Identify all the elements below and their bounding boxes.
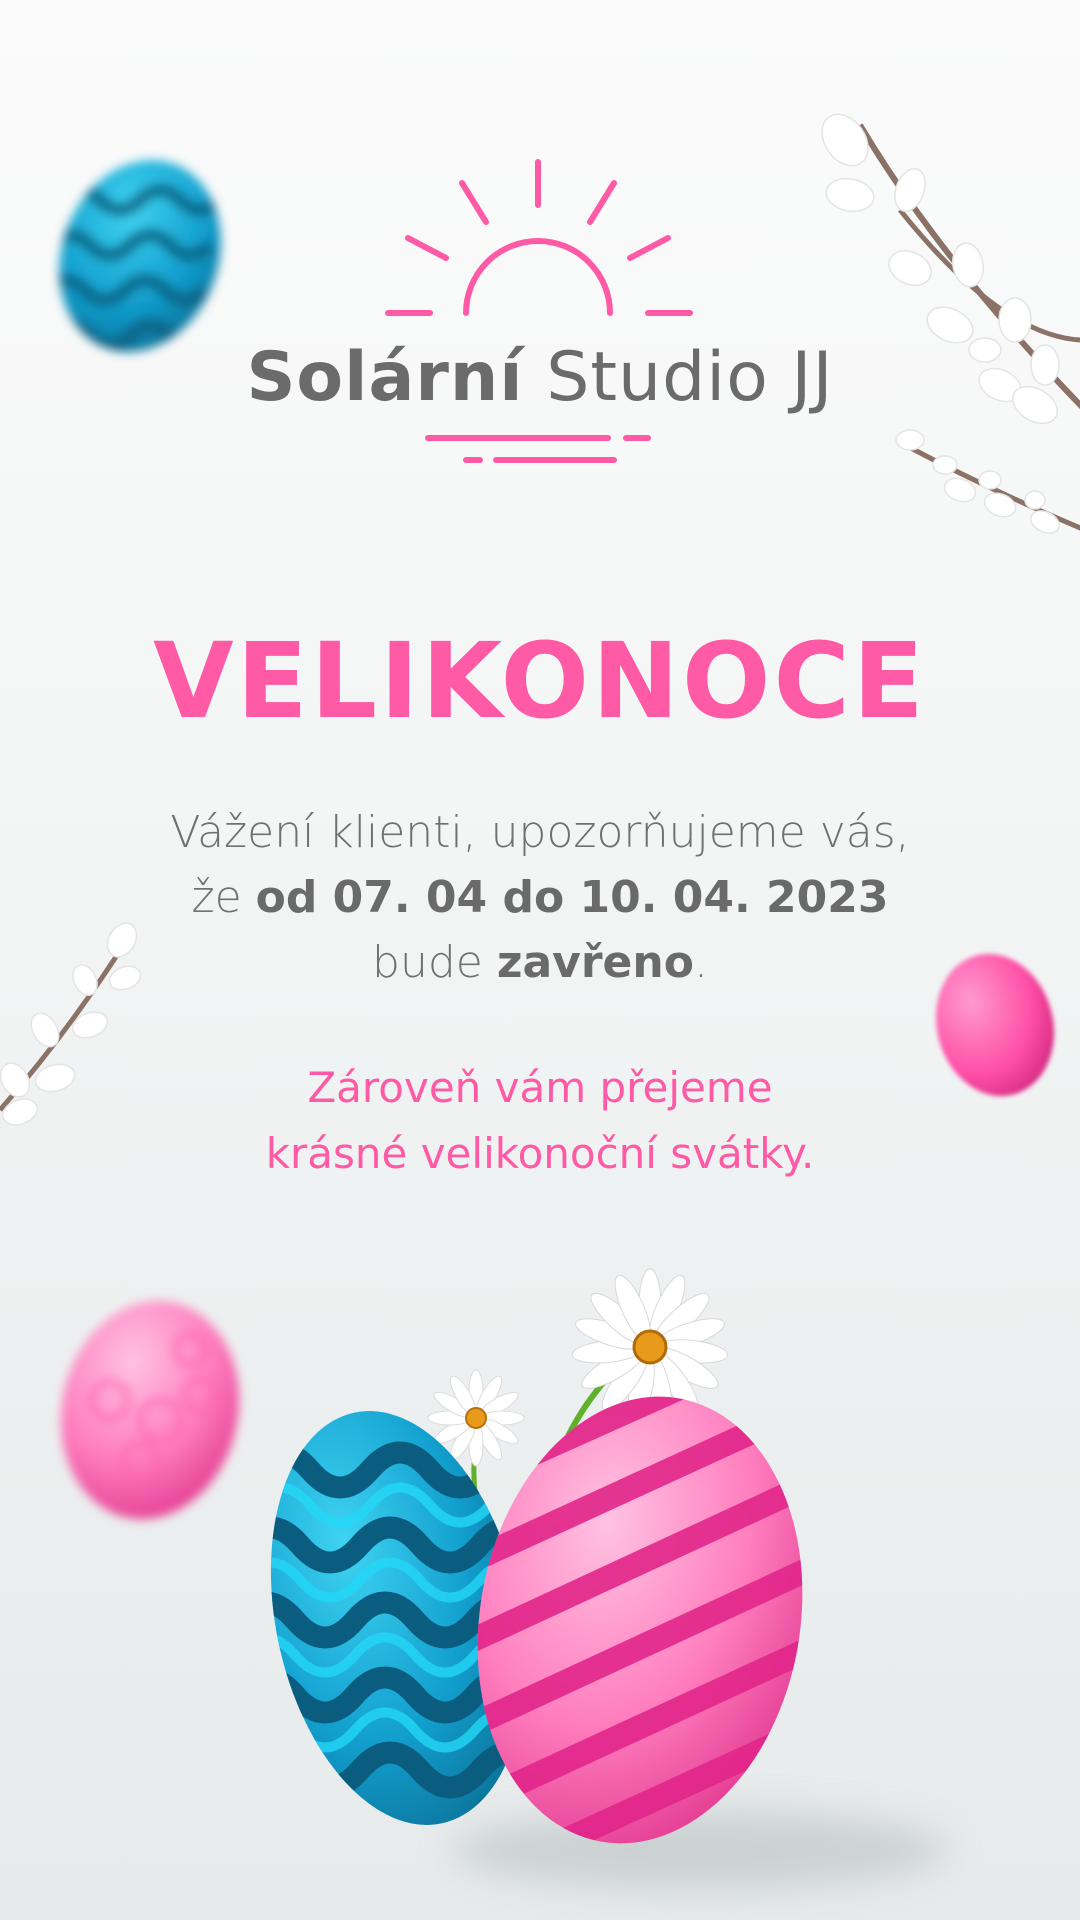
notice-prefix-2: bude	[372, 937, 497, 988]
brand-logo-text: Solární Studio JJ	[0, 338, 1080, 417]
wishes-line-1: Zároveň vám přejeme	[307, 1063, 773, 1112]
closure-dates: od 07. 04 do 10. 04. 2023	[255, 872, 889, 923]
closure-status: zavřeno	[496, 937, 694, 988]
headline-title: VELIKONOCE	[153, 620, 927, 742]
holiday-wishes: Zároveň vám přejeme krásné velikonoční s…	[90, 1055, 990, 1187]
notice-line-2: že od 07. 04 do 10. 04. 2023	[90, 865, 990, 930]
notice-line-3: bude zavřeno.	[90, 930, 990, 995]
brand-name-regular: Studio JJ	[546, 338, 834, 417]
notice-period: .	[693, 937, 708, 988]
closure-notice: Vážení klienti, upozorňujeme vás, že od …	[90, 800, 990, 995]
notice-line-1: Vážení klienti, upozorňujeme vás,	[170, 807, 910, 858]
wishes-line-2: krásné velikonoční svátky.	[265, 1129, 815, 1178]
brand-name-bold: Solární	[246, 338, 524, 417]
notice-prefix: že	[191, 872, 256, 923]
